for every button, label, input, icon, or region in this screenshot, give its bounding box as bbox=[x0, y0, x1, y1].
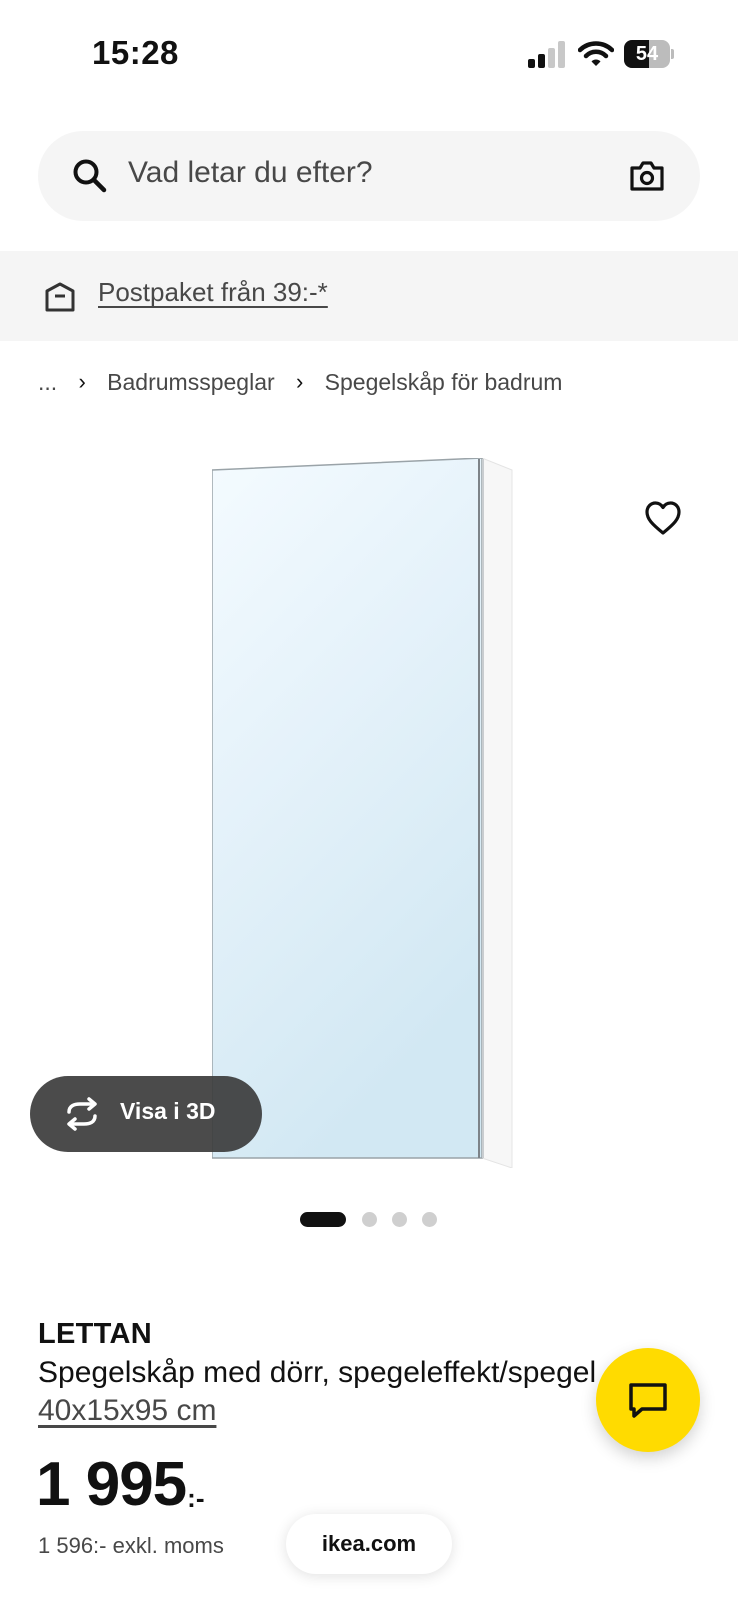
breadcrumb-item-badrumsspeglar[interactable]: Badrumsspeglar bbox=[97, 369, 284, 396]
search-input[interactable]: Vad letar du efter? bbox=[128, 156, 373, 190]
price-suffix: :- bbox=[187, 1483, 205, 1513]
search-bar[interactable]: Vad letar du efter? bbox=[38, 131, 700, 221]
browser-url-pill[interactable]: ikea.com bbox=[286, 1514, 452, 1574]
carousel-dot[interactable] bbox=[422, 1212, 437, 1227]
carousel-dot[interactable] bbox=[362, 1212, 377, 1227]
promo-link[interactable]: Postpaket från 39:-* bbox=[98, 277, 328, 308]
status-time: 15:28 bbox=[92, 34, 179, 71]
chevron-right-icon: › bbox=[295, 369, 304, 394]
carousel-indicator bbox=[300, 1210, 440, 1227]
carousel-dot[interactable] bbox=[392, 1212, 407, 1227]
camera-icon[interactable] bbox=[628, 157, 666, 195]
promo-banner: Postpaket från 39:-* bbox=[0, 251, 738, 341]
breadcrumb-ellipsis[interactable]: ... bbox=[38, 369, 67, 396]
chat-button[interactable] bbox=[596, 1348, 700, 1452]
heart-icon[interactable] bbox=[644, 500, 682, 536]
chevron-right-icon: › bbox=[78, 369, 86, 394]
box-icon bbox=[45, 282, 75, 312]
cellular-signal-icon bbox=[528, 40, 568, 68]
chat-bubble-icon bbox=[629, 1383, 667, 1418]
wifi-icon bbox=[578, 41, 614, 66]
battery-icon: 54 bbox=[624, 40, 674, 68]
product-image[interactable] bbox=[212, 458, 524, 1168]
carousel-dot-active[interactable] bbox=[300, 1212, 346, 1227]
product-gallery[interactable]: Visa i 3D bbox=[0, 430, 738, 1190]
price-value: 1 995 bbox=[36, 1450, 187, 1519]
product-price: 1 995 :- bbox=[36, 1454, 204, 1516]
search-icon bbox=[73, 159, 107, 193]
price-excl-vat: 1 596:- exkl. moms bbox=[38, 1533, 224, 1558]
breadcrumb-item-spegelskap[interactable]: Spegelskåp för badrum bbox=[315, 369, 573, 396]
product-size-link[interactable]: 40x15x95 cm bbox=[38, 1394, 216, 1428]
rotate-icon bbox=[67, 1097, 97, 1131]
status-bar: 15:28 54 bbox=[0, 0, 738, 110]
battery-level: 54 bbox=[635, 43, 659, 65]
product-name: LETTAN bbox=[38, 1318, 153, 1350]
product-description: Spegelskåp med dörr, spegeleffekt/spegel bbox=[38, 1356, 597, 1389]
view-3d-label: Visa i 3D bbox=[120, 1098, 216, 1124]
breadcrumb: ... › Badrumsspeglar › Spegelskåp för ba… bbox=[38, 366, 572, 398]
view-3d-button[interactable]: Visa i 3D bbox=[30, 1076, 262, 1152]
